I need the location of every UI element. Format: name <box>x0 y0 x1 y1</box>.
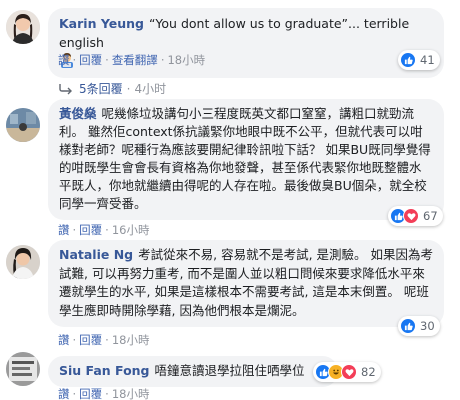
reaction-count: 30 <box>420 319 435 333</box>
comment-timestamp[interactable]: 18小時 <box>112 387 150 400</box>
comment-text: 呢幾條垃圾講句小三程度既英文都口窒窒，講粗口就勁流利。 雖然佢context係抗… <box>59 106 431 211</box>
comment-actions: 讚 · 回覆 · 18小時 <box>58 387 150 400</box>
love-reaction-icon <box>403 208 419 224</box>
comment-timestamp[interactable]: 18小時 <box>167 53 205 67</box>
comment-actions: 讚 · 回覆 · 16小時 <box>58 223 150 237</box>
reply-button[interactable]: 回覆 <box>79 387 102 400</box>
avatar-photo-icon <box>6 10 40 44</box>
reaction-summary[interactable]: 30 <box>398 316 440 336</box>
view-replies[interactable]: 5条回覆 · 4小时 <box>58 80 166 97</box>
reply-button[interactable]: 回覆 <box>79 223 102 237</box>
reply-arrow-icon <box>59 83 72 94</box>
avatar-photo-icon <box>6 352 40 386</box>
like-reaction-icon <box>400 52 416 68</box>
reaction-summary[interactable]: 67 <box>388 206 443 226</box>
reaction-summary[interactable]: 41 <box>398 50 440 70</box>
like-button[interactable]: 讚 <box>58 333 70 347</box>
comment-bubble: Siu Fan Fong 唔鐘意讀退學拉阻住哂學位 <box>48 356 338 387</box>
avatar-photo-icon <box>6 108 40 142</box>
reaction-count: 67 <box>423 209 438 223</box>
comment-timestamp[interactable]: 16小時 <box>112 223 150 237</box>
comment-actions: 讚 · 回覆 · 18小時 <box>58 333 150 347</box>
avatar[interactable] <box>6 108 40 142</box>
comment-author[interactable]: 黃俊燊 <box>59 106 97 121</box>
comment-author[interactable]: Natalie Ng <box>59 247 133 262</box>
reaction-summary[interactable]: 82 <box>313 362 381 382</box>
reply-button[interactable]: 回覆 <box>79 53 102 67</box>
avatar[interactable] <box>6 10 40 44</box>
avatar[interactable] <box>6 245 40 279</box>
translate-button[interactable]: 查看翻譯 <box>112 53 158 67</box>
comment-author[interactable]: Karin Yeung <box>59 16 144 31</box>
like-reaction-icon <box>400 318 416 334</box>
comment-actions: 讚 · 回覆 · 查看翻譯 · 18小時 <box>58 53 206 67</box>
like-button[interactable]: 讚 <box>58 223 70 237</box>
replies-timestamp: 4小时 <box>134 82 167 96</box>
reaction-count: 41 <box>420 53 435 67</box>
avatar-photo-icon <box>6 245 40 279</box>
comment-text: 唔鐘意讀退學拉阻住哂學位 <box>154 363 305 378</box>
comment-bubble: 黃俊燊 呢幾條垃圾講句小三程度既英文都口窒窒，講粗口就勁流利。 雖然佢contex… <box>48 99 444 220</box>
avatar[interactable] <box>6 352 40 386</box>
like-button[interactable]: 讚 <box>58 387 70 400</box>
reaction-count: 82 <box>361 365 376 379</box>
comment-author[interactable]: Siu Fan Fong <box>59 363 150 378</box>
like-button[interactable]: 讚 <box>58 53 70 67</box>
love-reaction-icon <box>341 364 357 380</box>
replies-count-link[interactable]: 5条回覆 <box>79 80 123 97</box>
comment-bubble: Natalie Ng 考試從來不易, 容易就不是考試, 是測驗。 如果因為考試難,… <box>48 240 444 327</box>
comment-timestamp[interactable]: 18小時 <box>112 333 150 347</box>
reply-button[interactable]: 回覆 <box>79 333 102 347</box>
